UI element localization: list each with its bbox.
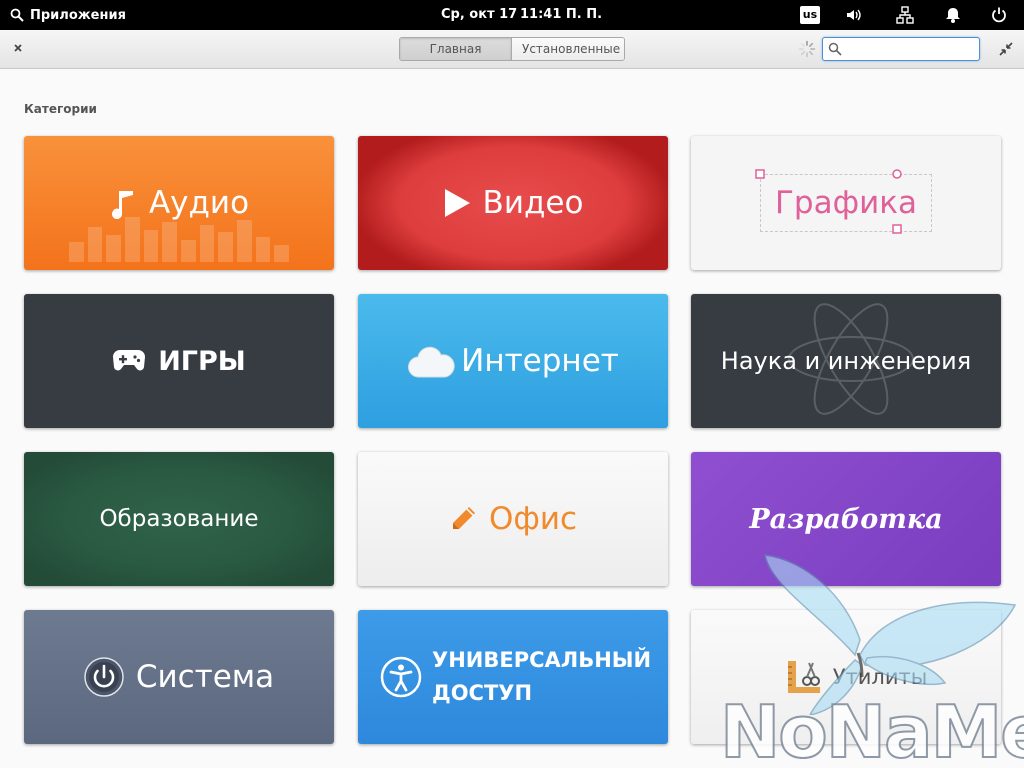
play-icon bbox=[444, 189, 470, 217]
mode-switcher: Главная Установленные bbox=[399, 37, 625, 61]
tab-main[interactable]: Главная bbox=[400, 38, 512, 60]
power-icon[interactable] bbox=[990, 6, 1008, 24]
selection-frame-icon bbox=[755, 169, 902, 234]
category-label: Видео bbox=[482, 185, 584, 221]
accessibility-icon bbox=[380, 656, 422, 698]
unmaximize-icon[interactable] bbox=[998, 41, 1014, 57]
category-universal-access[interactable]: УНИВЕРСАЛЬНЫЙ ДОСТУП bbox=[358, 610, 668, 744]
tab-installed[interactable]: Установленные bbox=[512, 38, 624, 60]
category-games[interactable]: ИГРЫ bbox=[24, 294, 334, 428]
category-label: Разработка bbox=[749, 503, 943, 535]
category-label: Аудио bbox=[148, 185, 250, 221]
category-label-line1: УНИВЕРСАЛЬНЫЙ bbox=[432, 648, 652, 672]
category-label: Образование bbox=[99, 506, 259, 532]
category-label: ИГРЫ bbox=[158, 345, 246, 377]
category-label-line2: ДОСТУП bbox=[432, 681, 533, 705]
category-development[interactable]: Разработка bbox=[691, 452, 1001, 586]
cloud-icon bbox=[408, 346, 455, 378]
category-office[interactable]: Офис bbox=[358, 452, 668, 586]
category-internet[interactable]: Интернет bbox=[358, 294, 668, 428]
category-education[interactable]: Образование bbox=[24, 452, 334, 586]
search-icon bbox=[10, 8, 24, 22]
panel-date[interactable]: Ср, окт 17 bbox=[441, 0, 517, 30]
network-icon[interactable] bbox=[896, 6, 914, 24]
spinner-icon bbox=[798, 40, 816, 58]
applications-label: Приложения bbox=[30, 7, 126, 23]
volume-icon[interactable] bbox=[845, 6, 863, 24]
category-label: УНИВЕРСАЛЬНЫЙ ДОСТУП bbox=[432, 644, 651, 710]
category-video[interactable]: Видео bbox=[358, 136, 668, 270]
category-label: Утилиты bbox=[832, 665, 928, 689]
panel-time[interactable]: 11:41 П. П. bbox=[520, 0, 602, 30]
pencil-icon bbox=[452, 507, 475, 529]
top-panel: Приложения Ср, окт 17 11:41 П. П. us bbox=[0, 0, 1024, 30]
section-title: Категории bbox=[24, 102, 97, 116]
category-label: Наука и инженерия bbox=[720, 347, 972, 375]
power-icon bbox=[84, 657, 124, 697]
search-field[interactable] bbox=[822, 37, 980, 61]
utilities-icon bbox=[787, 661, 820, 693]
category-audio[interactable]: Аудио bbox=[24, 136, 334, 270]
keyboard-layout-indicator[interactable]: us bbox=[800, 6, 820, 24]
category-graphics[interactable]: Графика bbox=[691, 136, 1001, 270]
close-icon[interactable] bbox=[10, 40, 26, 56]
category-science[interactable]: Наука и инженерия bbox=[691, 294, 1001, 428]
category-label: Интернет bbox=[461, 343, 619, 379]
category-system[interactable]: Система bbox=[24, 610, 334, 744]
applications-menu[interactable]: Приложения bbox=[10, 0, 126, 30]
notifications-icon[interactable] bbox=[944, 6, 962, 24]
music-note-icon bbox=[111, 191, 133, 219]
category-utilities[interactable]: Утилиты bbox=[691, 610, 1001, 744]
category-label: Система bbox=[135, 659, 275, 695]
category-label: Офис bbox=[488, 501, 578, 537]
search-input[interactable] bbox=[847, 40, 975, 58]
header-bar: Главная Установленные bbox=[0, 30, 1024, 69]
gamepad-icon bbox=[113, 350, 146, 371]
search-icon bbox=[828, 42, 842, 56]
